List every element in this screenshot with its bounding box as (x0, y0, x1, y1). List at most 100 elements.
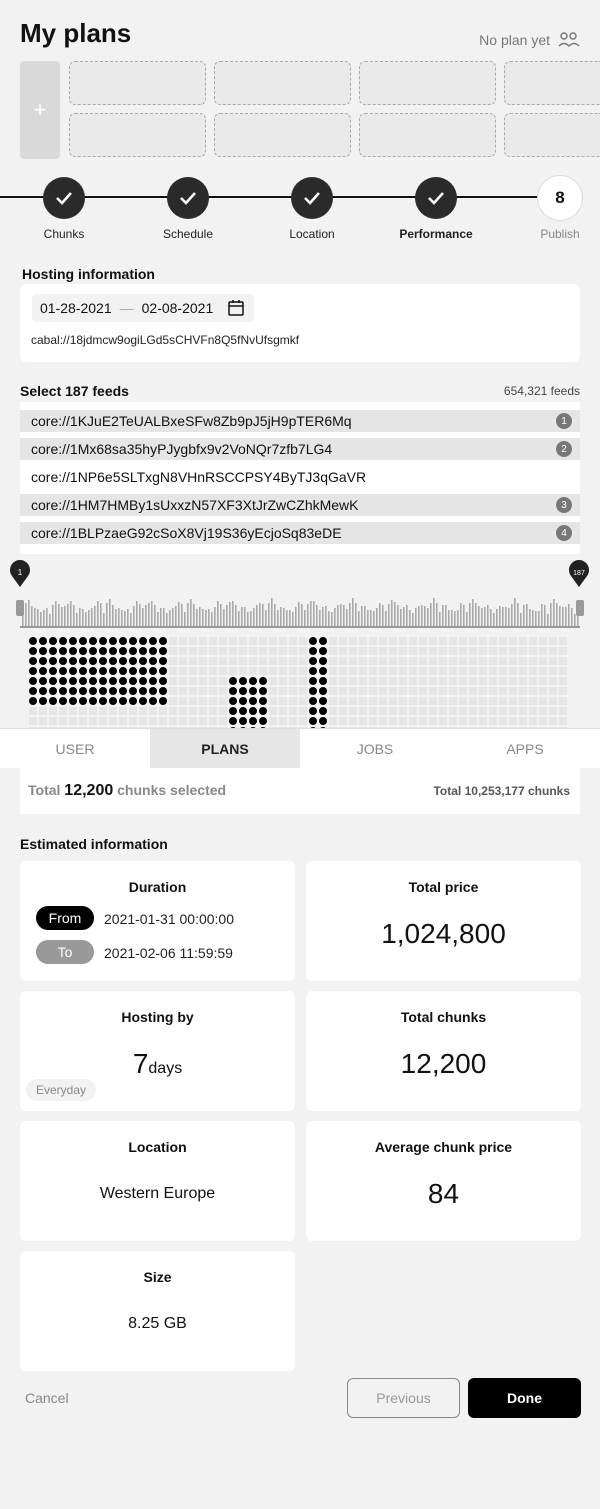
chunk-cell[interactable] (489, 697, 497, 705)
chunk-cell[interactable] (429, 697, 437, 705)
chunk-cell[interactable] (199, 687, 207, 695)
chunk-cell-selected[interactable] (99, 687, 107, 695)
chunk-cell[interactable] (39, 717, 47, 725)
chunk-cell[interactable] (529, 717, 537, 725)
tab-plans[interactable]: PLANS (150, 729, 300, 768)
chunk-cell-selected[interactable] (149, 687, 157, 695)
chunk-cell-selected[interactable] (39, 657, 47, 665)
chunk-cell-selected[interactable] (129, 657, 137, 665)
chunk-cell[interactable] (249, 637, 257, 645)
chunk-cell[interactable] (489, 717, 497, 725)
chunk-cell[interactable] (179, 717, 187, 725)
chunk-cell[interactable] (429, 667, 437, 675)
chunk-cell[interactable] (79, 717, 87, 725)
chunk-cell[interactable] (489, 687, 497, 695)
chunk-cell[interactable] (149, 717, 157, 725)
chunk-cell-selected[interactable] (139, 677, 147, 685)
chunk-cell[interactable] (369, 687, 377, 695)
chunk-cell-selected[interactable] (259, 677, 267, 685)
chunk-cell[interactable] (499, 667, 507, 675)
chunk-cell[interactable] (289, 647, 297, 655)
chunk-cell-selected[interactable] (249, 687, 257, 695)
chunk-cell[interactable] (489, 637, 497, 645)
date-range-picker[interactable]: 01-28-2021 — 02-08-2021 (32, 294, 254, 322)
chunk-cell-selected[interactable] (69, 637, 77, 645)
chunk-cell[interactable] (359, 707, 367, 715)
chunk-cell[interactable] (329, 717, 337, 725)
chunk-cell-selected[interactable] (119, 637, 127, 645)
chunk-cell[interactable] (169, 707, 177, 715)
chunk-cell[interactable] (189, 667, 197, 675)
chunk-cell[interactable] (409, 677, 417, 685)
chunk-cell[interactable] (389, 717, 397, 725)
chunk-cell[interactable] (389, 647, 397, 655)
chunk-cell[interactable] (389, 687, 397, 695)
chunk-cell-selected[interactable] (249, 707, 257, 715)
chunk-cell[interactable] (289, 687, 297, 695)
chunk-cell[interactable] (339, 717, 347, 725)
chunk-cell-selected[interactable] (159, 667, 167, 675)
chunk-cell-selected[interactable] (229, 697, 237, 705)
chunk-cell-selected[interactable] (109, 657, 117, 665)
chunk-cell-selected[interactable] (239, 687, 247, 695)
chunk-cell[interactable] (339, 637, 347, 645)
chunk-cell[interactable] (559, 687, 567, 695)
chunk-cell[interactable] (419, 657, 427, 665)
chunk-cell[interactable] (329, 687, 337, 695)
chunk-cell-selected[interactable] (119, 657, 127, 665)
chunk-cell[interactable] (459, 677, 467, 685)
chunk-cell-selected[interactable] (59, 687, 67, 695)
chunk-cell-selected[interactable] (39, 637, 47, 645)
chunk-cell[interactable] (169, 647, 177, 655)
chunk-cell-selected[interactable] (139, 687, 147, 695)
chunk-cell[interactable] (239, 657, 247, 665)
chunk-cell[interactable] (189, 657, 197, 665)
chunk-cell[interactable] (189, 637, 197, 645)
chunk-cell[interactable] (539, 697, 547, 705)
chunk-cell[interactable] (449, 687, 457, 695)
chunk-cell[interactable] (199, 647, 207, 655)
chunk-cell-selected[interactable] (309, 677, 317, 685)
chunk-cell-selected[interactable] (259, 707, 267, 715)
chunk-cell-selected[interactable] (29, 677, 37, 685)
chunk-cell[interactable] (139, 717, 147, 725)
chunk-cell[interactable] (439, 707, 447, 715)
chunk-cell-selected[interactable] (319, 697, 327, 705)
chunk-cell-selected[interactable] (129, 687, 137, 695)
chunk-cell-selected[interactable] (89, 637, 97, 645)
chunk-cell[interactable] (39, 707, 47, 715)
chunk-cell-selected[interactable] (319, 667, 327, 675)
chunk-cell[interactable] (399, 657, 407, 665)
chunk-cell[interactable] (189, 717, 197, 725)
chunk-cell[interactable] (519, 657, 527, 665)
chunk-cell[interactable] (529, 667, 537, 675)
chunk-cell-selected[interactable] (259, 717, 267, 725)
chunk-cell[interactable] (339, 697, 347, 705)
chunk-cell[interactable] (399, 647, 407, 655)
plan-slot[interactable] (69, 113, 206, 157)
chunk-cell[interactable] (519, 677, 527, 685)
chunk-cell[interactable] (349, 717, 357, 725)
chunk-cell[interactable] (169, 717, 177, 725)
chunk-cell-selected[interactable] (69, 677, 77, 685)
chunk-cell[interactable] (279, 647, 287, 655)
chunk-cell[interactable] (459, 687, 467, 695)
chunk-cell-selected[interactable] (119, 687, 127, 695)
chunk-cell[interactable] (259, 647, 267, 655)
chunk-cell[interactable] (229, 667, 237, 675)
chunk-cell[interactable] (209, 717, 217, 725)
chunk-cell[interactable] (199, 697, 207, 705)
chunk-cell[interactable] (279, 677, 287, 685)
chunk-cell[interactable] (549, 717, 557, 725)
chunk-cell[interactable] (439, 667, 447, 675)
feed-row[interactable]: core://1BLPzaeG92cSoX8Vj19S36yEcjoSq83eD… (20, 522, 580, 544)
chunk-cell-selected[interactable] (229, 677, 237, 685)
chunk-cell[interactable] (519, 697, 527, 705)
chunk-cell[interactable] (199, 657, 207, 665)
chunk-cell-selected[interactable] (149, 677, 157, 685)
chunk-cell[interactable] (219, 637, 227, 645)
chunk-cell[interactable] (179, 677, 187, 685)
chunk-cell[interactable] (489, 667, 497, 675)
chunk-cell[interactable] (499, 657, 507, 665)
chunk-cell[interactable] (369, 707, 377, 715)
